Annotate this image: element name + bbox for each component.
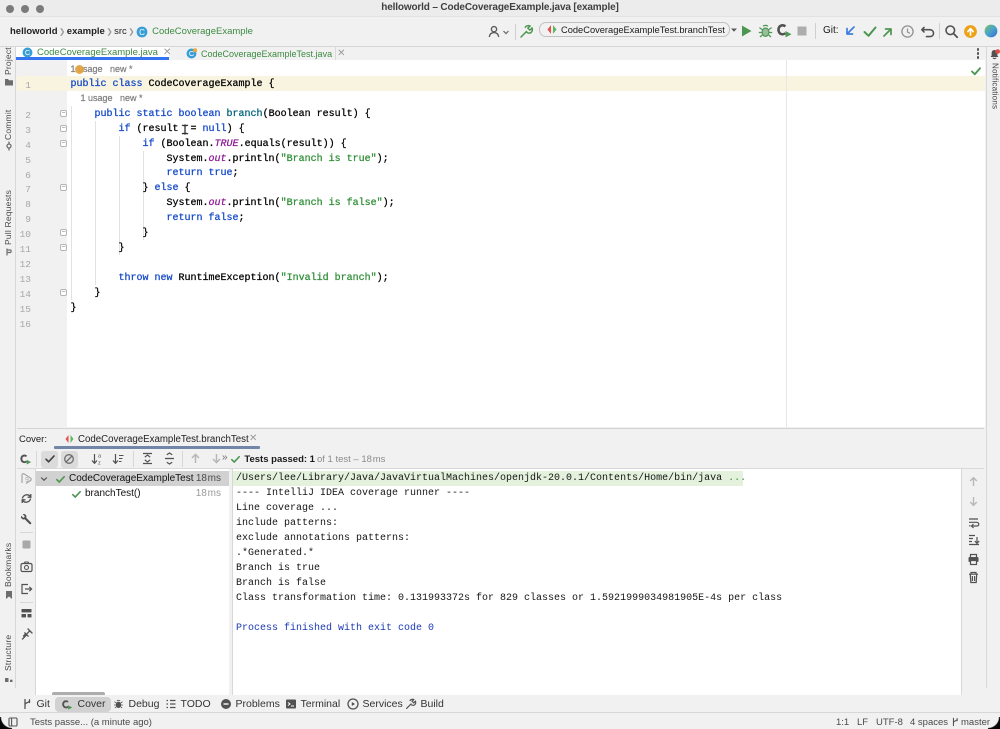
svg-text:C: C — [139, 27, 145, 36]
svg-text:a: a — [98, 454, 102, 460]
svg-text:z: z — [98, 461, 101, 467]
svg-text:9: 9 — [25, 477, 29, 484]
svg-text:C: C — [25, 48, 31, 57]
